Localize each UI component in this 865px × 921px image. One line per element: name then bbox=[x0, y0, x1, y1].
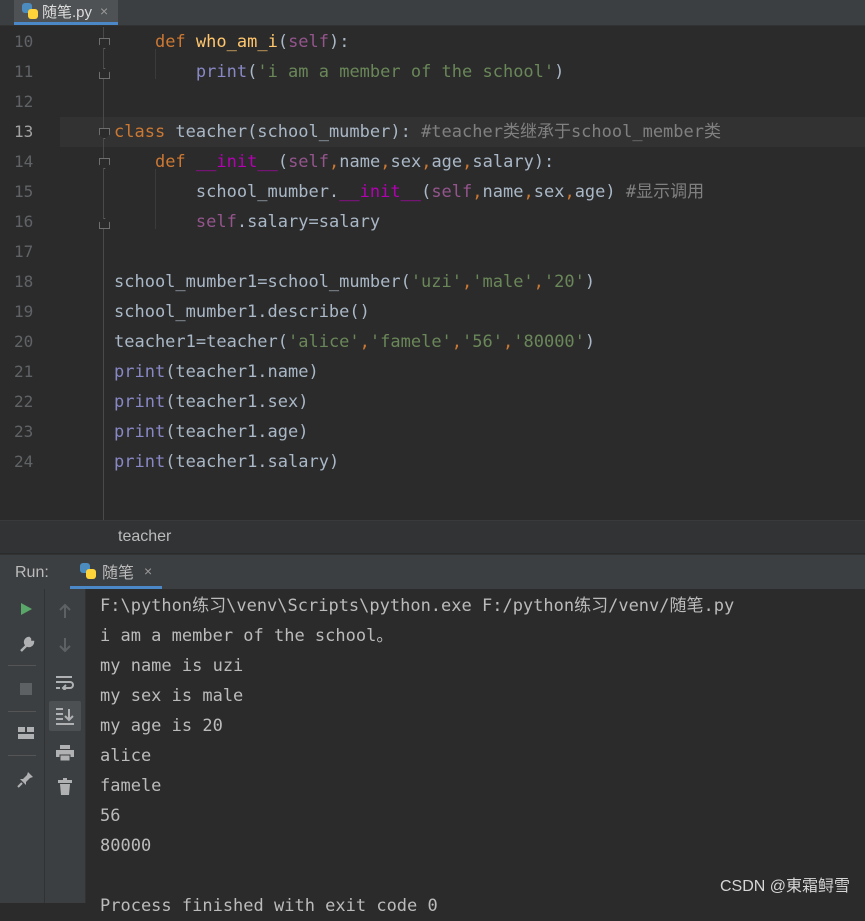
pin-icon[interactable] bbox=[13, 766, 39, 792]
code-line: print(teacher1.sex) bbox=[114, 392, 309, 412]
python-file-icon bbox=[22, 3, 38, 19]
watermark: CSDN @東霜鲟雪 bbox=[719, 878, 850, 895]
console-line: Process finished with exit code 0 bbox=[100, 896, 438, 916]
code-line: school_mumber1=school_mumber('uzi','male… bbox=[114, 272, 596, 292]
run-tab-title: 随笔 bbox=[102, 564, 135, 582]
editor-tab-bar: 随笔.py × bbox=[0, 0, 865, 26]
console-line: famele bbox=[100, 776, 162, 796]
code-line: class teacher(school_mumber): #teacher类继… bbox=[114, 122, 721, 142]
breadcrumb-item[interactable]: teacher bbox=[118, 528, 171, 546]
console-line: 56 bbox=[100, 806, 121, 826]
run-toolbar bbox=[0, 589, 45, 903]
run-label: Run: bbox=[15, 564, 49, 581]
code-editor[interactable]: 10 11 12 13 14 15 16 17 18 19 20 21 22 2… bbox=[0, 27, 865, 520]
wrench-icon[interactable] bbox=[13, 632, 39, 658]
console-line: alice bbox=[100, 746, 152, 766]
close-tab-icon[interactable]: × bbox=[100, 3, 108, 19]
toolbar-divider bbox=[8, 665, 36, 666]
line-number: 15 bbox=[14, 182, 34, 201]
console-line: my sex is male bbox=[100, 686, 244, 706]
code-line: def who_am_i(self): bbox=[154, 32, 350, 52]
line-number: 16 bbox=[14, 212, 34, 231]
run-panel: F:\python练习\venv\Scripts\python.exe F:/p… bbox=[0, 589, 865, 916]
arrow-up-icon[interactable] bbox=[52, 598, 78, 624]
line-number: 18 bbox=[14, 272, 34, 291]
toolbar-divider bbox=[8, 711, 36, 712]
line-number: 23 bbox=[14, 422, 34, 441]
code-line: self.salary=salary bbox=[195, 212, 381, 232]
fold-icon[interactable] bbox=[99, 158, 110, 169]
line-number: 22 bbox=[14, 392, 34, 411]
console-line: 80000 bbox=[100, 836, 152, 856]
breadcrumb: teacher bbox=[0, 520, 865, 553]
trash-icon[interactable] bbox=[52, 774, 78, 800]
console-line: my age is 20 bbox=[100, 716, 223, 736]
stop-icon[interactable] bbox=[13, 676, 39, 702]
code-line: teacher1=teacher('alice','famele','56','… bbox=[114, 332, 596, 352]
layout-icon[interactable] bbox=[13, 720, 39, 746]
console-line: i am a member of the school。 bbox=[100, 626, 394, 646]
code-line: print(teacher1.salary) bbox=[114, 452, 340, 472]
scroll-to-end-icon[interactable] bbox=[49, 701, 81, 731]
fold-icon[interactable] bbox=[99, 218, 110, 229]
code-line: school_mumber1.describe() bbox=[114, 302, 370, 322]
file-tab[interactable]: 随笔.py × bbox=[14, 0, 119, 25]
line-number: 24 bbox=[14, 452, 34, 471]
soft-wrap-icon[interactable] bbox=[52, 669, 78, 695]
toolbar-divider bbox=[8, 755, 36, 756]
arrow-down-icon[interactable] bbox=[52, 632, 78, 658]
line-number-gutter: 10 11 12 13 14 15 16 17 18 19 20 21 22 2… bbox=[0, 27, 60, 520]
code-line: print(teacher1.name) bbox=[114, 362, 319, 382]
line-number: 17 bbox=[14, 242, 34, 261]
fold-icon[interactable] bbox=[99, 38, 110, 49]
console-line: F:\python练习\venv\Scripts\python.exe F:/p… bbox=[100, 596, 735, 616]
code-line: def __init__(self,name,sex,age,salary): bbox=[154, 152, 555, 172]
code-line: print(teacher1.age) bbox=[114, 422, 309, 442]
console-line: my name is uzi bbox=[100, 656, 244, 676]
line-number: 10 bbox=[14, 32, 34, 51]
run-tab[interactable]: 随笔 × bbox=[70, 555, 163, 589]
line-number: 11 bbox=[14, 62, 34, 81]
print-icon[interactable] bbox=[52, 740, 78, 766]
rerun-icon[interactable] bbox=[13, 596, 39, 622]
run-panel-header: Run: 随笔 × bbox=[0, 554, 865, 590]
fold-icon[interactable] bbox=[99, 68, 110, 79]
line-number: 20 bbox=[14, 332, 34, 351]
line-number: 14 bbox=[14, 152, 34, 171]
line-number: 21 bbox=[14, 362, 34, 381]
line-number: 12 bbox=[14, 92, 34, 111]
gutter-divider bbox=[103, 27, 104, 520]
code-line: school_mumber.__init__(self,name,sex,age… bbox=[114, 182, 705, 202]
line-number: 19 bbox=[14, 302, 34, 321]
code-line: print('i am a member of the school') bbox=[195, 62, 565, 82]
console-toolbar bbox=[45, 589, 86, 903]
python-icon bbox=[80, 562, 96, 579]
close-run-tab-icon[interactable]: × bbox=[144, 563, 152, 579]
file-tab-title: 随笔.py bbox=[42, 3, 93, 21]
line-number: 13 bbox=[14, 122, 34, 141]
